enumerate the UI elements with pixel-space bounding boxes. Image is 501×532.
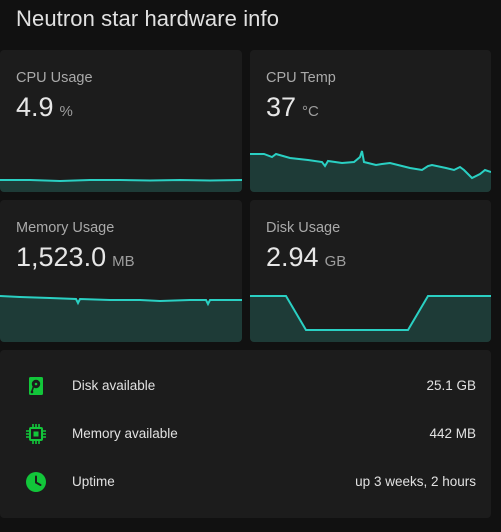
harddisk-icon bbox=[24, 374, 48, 398]
disk-usage-unit: GB bbox=[324, 253, 347, 270]
cpu-temp-label: CPU Temp bbox=[266, 70, 336, 86]
page-title: Neutron star hardware info bbox=[16, 6, 280, 31]
cpu-temp-card[interactable]: CPU Temp 37 °C bbox=[250, 50, 491, 192]
memory-usage-graph bbox=[0, 295, 242, 342]
cpu-usage-graph bbox=[0, 178, 242, 192]
memory-usage-number: 1,523.0 bbox=[16, 242, 107, 272]
uptime-value: up 3 weeks, 2 hours bbox=[355, 474, 476, 489]
cpu-usage-card[interactable]: CPU Usage 4.9% bbox=[0, 50, 242, 192]
info-row-disk-available[interactable]: Disk available 25.1 GB bbox=[0, 372, 491, 400]
uptime-label: Uptime bbox=[72, 474, 115, 489]
cpu-usage-number: 4.9 bbox=[16, 92, 54, 122]
disk-usage-number: 2.94 bbox=[266, 242, 319, 272]
cpu-temp-number: 37 bbox=[266, 92, 297, 122]
memory-available-label: Memory available bbox=[72, 426, 178, 441]
disk-available-label: Disk available bbox=[72, 378, 156, 393]
cpu-temp-unit: °C bbox=[302, 103, 319, 120]
memory-usage-card[interactable]: Memory Usage 1,523.0 MB bbox=[0, 200, 242, 342]
cpu-temp-value: 37 °C bbox=[266, 92, 319, 123]
disk-usage-label: Disk Usage bbox=[266, 220, 341, 236]
cpu-usage-label: CPU Usage bbox=[16, 70, 93, 86]
info-row-uptime[interactable]: Uptime up 3 weeks, 2 hours bbox=[0, 468, 491, 496]
disk-usage-card[interactable]: Disk Usage 2.94 GB bbox=[250, 200, 491, 342]
disk-usage-value: 2.94 GB bbox=[266, 242, 346, 273]
memory-usage-value: 1,523.0 MB bbox=[16, 242, 135, 273]
disk-usage-graph bbox=[250, 295, 491, 342]
memory-usage-unit: MB bbox=[112, 253, 135, 270]
memory-usage-label: Memory Usage bbox=[16, 220, 115, 236]
system-info-card: Disk available 25.1 GB Memory available … bbox=[0, 350, 491, 518]
disk-available-value: 25.1 GB bbox=[426, 378, 476, 393]
info-row-memory-available[interactable]: Memory available 442 MB bbox=[0, 420, 491, 448]
memory-available-value: 442 MB bbox=[429, 426, 476, 441]
memory-chip-icon bbox=[24, 422, 48, 446]
cpu-usage-value: 4.9% bbox=[16, 92, 73, 123]
clock-icon bbox=[24, 470, 48, 494]
cpu-usage-unit: % bbox=[59, 103, 73, 120]
cpu-temp-graph bbox=[250, 150, 491, 192]
